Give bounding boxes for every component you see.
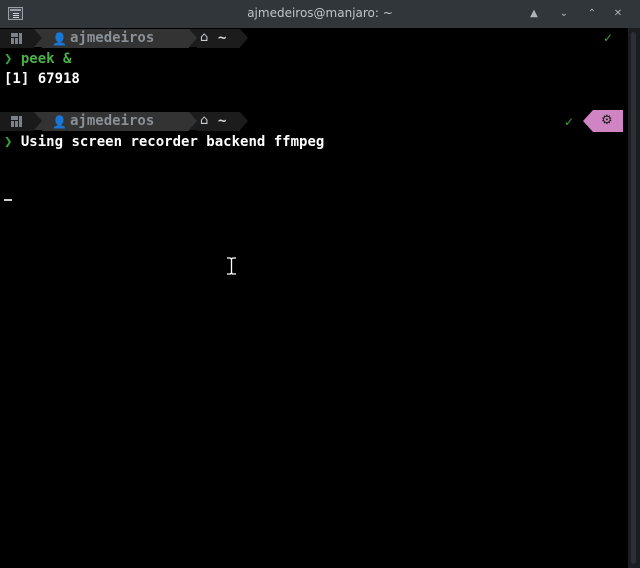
home-icon: ⌂ [200, 113, 209, 128]
backend-output: Using screen recorder backend ffmpeg [20, 134, 325, 150]
distro-segment [0, 29, 34, 48]
prompt-username: ajmedeiros [70, 30, 155, 46]
segment-separator [189, 112, 197, 130]
command-line: ❯ Using screen recorder backend ffmpeg [4, 133, 324, 151]
text-cursor [4, 199, 12, 201]
minimize-button[interactable]: ⌄ [557, 7, 571, 21]
segment-separator [34, 112, 42, 130]
prompt-bar: 👤 ajmedeiros ⌂ ~ [0, 29, 260, 48]
prompt-chevron-icon: ❯ [4, 51, 13, 67]
user-icon: 👤 [52, 115, 67, 129]
gear-icon: ⚙ [601, 113, 613, 128]
segment-separator [240, 29, 248, 47]
prompt-chevron-icon: ❯ [4, 134, 13, 150]
segment-separator [240, 112, 248, 130]
segment-separator [34, 29, 42, 47]
distro-segment [0, 112, 34, 131]
command-line: ❯ peek & [4, 50, 71, 68]
job-output: [1] 67918 [4, 71, 80, 87]
prompt-username: ajmedeiros [70, 113, 155, 129]
prompt-bar: 👤 ajmedeiros ⌂ ~ [0, 112, 260, 131]
prompt-directory: ~ [218, 113, 227, 129]
terminal-area[interactable]: 👤 ajmedeiros ⌂ ~ ✓ ❯ peek & [1] 67918 👤 … [0, 28, 628, 568]
status-ok-icon: ✓ [603, 31, 614, 45]
window-title: ajmedeiros@manjaro: ~ [247, 6, 393, 20]
command-text: peek & [20, 51, 72, 67]
scrollbar-thumb[interactable] [631, 32, 636, 564]
title-bar[interactable]: ajmedeiros@manjaro: ~ ▲ ⌄ ⌃ ✕ [0, 0, 640, 28]
terminal-window: ajmedeiros@manjaro: ~ ▲ ⌄ ⌃ ✕ 👤 ajmedeir… [0, 0, 640, 568]
jobs-segment-separator [583, 110, 593, 132]
status-ok-icon: ✓ [564, 115, 575, 129]
segment-separator [189, 29, 197, 47]
prompt-directory: ~ [218, 30, 227, 46]
maximize-button[interactable]: ⌃ [585, 7, 599, 21]
manjaro-icon [11, 116, 23, 127]
user-icon: 👤 [52, 32, 67, 46]
manjaro-icon [11, 33, 23, 44]
home-icon: ⌂ [200, 30, 209, 45]
ibeam-cursor-icon [227, 257, 236, 275]
keep-above-button[interactable]: ▲ [527, 7, 541, 21]
close-button[interactable]: ✕ [611, 7, 625, 21]
scrollbar[interactable] [628, 28, 640, 568]
